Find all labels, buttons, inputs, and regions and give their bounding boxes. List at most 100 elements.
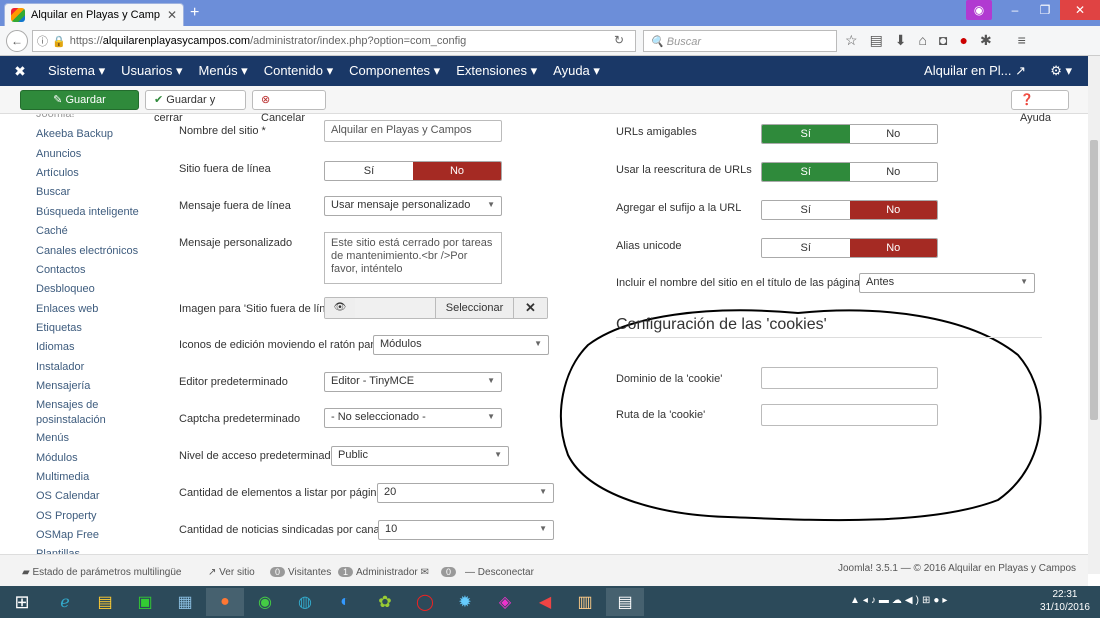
adblock-icon[interactable]: ● <box>959 32 967 49</box>
menu-contenido[interactable]: Contenido ▾ <box>256 63 341 79</box>
sidebar-item[interactable]: Mensajería <box>36 380 90 392</box>
menu-extensiones[interactable]: Extensiones ▾ <box>448 63 545 79</box>
custom-msg-textarea[interactable]: Este sitio está cerrado por tareas de ma… <box>324 232 502 284</box>
ccleaner-icon[interactable]: ◀ <box>526 588 564 616</box>
suffix-toggle[interactable]: Sí No <box>761 200 938 220</box>
firefox-icon[interactable]: ● <box>206 588 244 616</box>
captcha-select[interactable]: - No seleccionado - ▼ <box>324 408 502 428</box>
sidebar-item[interactable]: Etiquetas <box>36 322 82 334</box>
sidebar-item-cut[interactable]: Joomla! <box>36 114 75 120</box>
maximize-button[interactable]: ❐ <box>1030 0 1060 20</box>
sidebar-item[interactable]: Artículos <box>36 167 79 179</box>
editor-select[interactable]: Editor - TinyMCE ▼ <box>324 372 502 392</box>
menu-sistema[interactable]: Sistema ▾ <box>40 63 113 79</box>
suffix-yes[interactable]: Sí <box>762 201 850 219</box>
app-icon[interactable]: ▥ <box>566 588 604 616</box>
windows-start-icon[interactable]: ⊞ <box>0 588 44 616</box>
close-tab-icon[interactable]: ✕ <box>167 8 177 22</box>
search-input[interactable]: 🔍 Buscar <box>643 30 837 52</box>
opera-icon[interactable]: ◯ <box>406 588 444 616</box>
sidebar-item[interactable]: Caché <box>36 225 68 237</box>
rewrite-toggle[interactable]: Sí No <box>761 162 938 182</box>
clear-image-button[interactable]: ✕ <box>513 298 547 318</box>
cancel-button[interactable]: ⊗ Cancelar <box>252 90 326 124</box>
multilang-status[interactable]: ▰ Estado de parámetros multilingüe <box>22 567 181 578</box>
cookie-domain-input[interactable] <box>761 367 938 389</box>
sidebar-item[interactable]: Multimedia <box>36 471 89 483</box>
scrollbar-thumb[interactable] <box>1090 140 1098 420</box>
unicode-toggle[interactable]: Sí No <box>761 238 938 258</box>
messages-status[interactable]: 0 <box>441 567 459 578</box>
url-bar[interactable]: ⓘ 🔒 https://alquilarenplayasycampos.com/… <box>32 30 636 52</box>
sidebar-item[interactable]: Buscar <box>36 186 70 198</box>
logout-link[interactable]: — Desconectar <box>465 567 534 578</box>
bookmark-star-icon[interactable]: ☆ <box>845 32 858 49</box>
sidebar-item[interactable]: Desbloqueo <box>36 283 95 295</box>
access-select[interactable]: Public ▼ <box>331 446 509 466</box>
sidebar-item[interactable]: OSMap Free <box>36 529 99 541</box>
view-site-link[interactable]: ↗ Ver sitio <box>208 567 255 578</box>
download-icon[interactable]: ⬇ <box>895 32 907 49</box>
sidebar-item[interactable]: Contactos <box>36 264 86 276</box>
sidebar-item[interactable]: Idiomas <box>36 341 75 353</box>
rewrite-yes[interactable]: Sí <box>762 163 850 181</box>
sidebar-item[interactable]: Canales electrónicos <box>36 245 138 257</box>
admin-status[interactable]: 1 Administrador ✉ <box>338 567 429 578</box>
offline-no[interactable]: No <box>413 162 501 180</box>
feed-limit-select[interactable]: 10 ▼ <box>378 520 554 540</box>
rewrite-no[interactable]: No <box>849 163 937 181</box>
visitors-status[interactable]: 0 Visitantes <box>270 567 331 578</box>
sef-toggle[interactable]: Sí No <box>761 124 938 144</box>
save-close-button[interactable]: ✔ Guardar y cerrar <box>145 90 246 124</box>
sidebar-item[interactable]: Akeeba Backup <box>36 128 113 140</box>
back-button[interactable]: ← <box>6 29 28 52</box>
offline-msg-select[interactable]: Usar mensaje personalizado ▼ <box>324 196 502 216</box>
unicode-no[interactable]: No <box>849 239 937 257</box>
sidebar-item[interactable]: Búsqueda inteligente <box>36 206 139 218</box>
eye-icon[interactable]: 👁 <box>325 298 355 318</box>
home-icon[interactable]: ⌂ <box>919 32 927 49</box>
menu-menus[interactable]: Menús ▾ <box>191 63 256 79</box>
site-link[interactable]: Alquilar en Pl... ↗ <box>924 63 1026 79</box>
gear-icon[interactable]: ⚙ ▾ <box>1050 63 1072 79</box>
new-tab-button[interactable]: + <box>190 4 199 22</box>
document-icon[interactable]: ▤ <box>606 588 644 616</box>
reading-list-icon[interactable]: ▤ <box>870 32 883 49</box>
list-limit-select[interactable]: 20 ▼ <box>377 483 554 503</box>
joomla-logo-icon[interactable]: ✖ <box>0 63 40 80</box>
edit-icons-select[interactable]: Módulos ▼ <box>373 335 549 355</box>
page-scrollbar[interactable] <box>1088 56 1100 574</box>
sidebar-item[interactable]: Anuncios <box>36 148 81 160</box>
cookie-path-input[interactable] <box>761 404 938 426</box>
select-image-button[interactable]: Seleccionar <box>435 298 513 318</box>
sidebar-item[interactable]: OS Calendar <box>36 490 100 502</box>
photos-icon[interactable]: ▦ <box>166 588 204 616</box>
site-name-input[interactable]: Alquilar en Playas y Campos <box>324 120 502 142</box>
system-tray-icons[interactable]: ▲◂♪▬☁◀)⊞●▸ <box>850 595 950 606</box>
chrome-icon[interactable]: ◉ <box>246 588 284 616</box>
minimize-button[interactable]: – <box>1000 0 1030 20</box>
unicode-yes[interactable]: Sí <box>762 239 850 257</box>
sidebar-item[interactable]: Instalador <box>36 361 84 373</box>
sidebar-item[interactable]: Menús <box>36 432 69 444</box>
app-icon[interactable]: ◈ <box>486 588 524 616</box>
sidebar-item[interactable]: Mensajes de <box>36 399 98 411</box>
help-button[interactable]: ❓ Ayuda <box>1011 90 1069 124</box>
offline-yes[interactable]: Sí <box>325 162 413 180</box>
app-icon[interactable]: ◍ <box>286 588 324 616</box>
sidebar-item[interactable]: OS Property <box>36 510 97 522</box>
menu-icon[interactable]: ≡ <box>1018 32 1026 49</box>
sidebar-item[interactable]: Enlaces web <box>36 303 98 315</box>
app-icon[interactable]: ✹ <box>446 588 484 616</box>
reload-icon[interactable]: ↻ <box>614 33 624 47</box>
menu-ayuda[interactable]: Ayuda ▾ <box>545 63 608 79</box>
file-explorer-icon[interactable]: ▤ <box>86 588 124 616</box>
pocket-icon[interactable]: ◘ <box>939 32 947 49</box>
sef-yes[interactable]: Sí <box>762 125 850 143</box>
sidebar-item[interactable]: posinstalación <box>36 414 106 426</box>
suffix-no[interactable]: No <box>849 201 937 219</box>
extension-icon[interactable]: ✱ <box>980 32 992 49</box>
store-icon[interactable]: ▣ <box>126 588 164 616</box>
ie-icon[interactable]: ℯ <box>46 588 84 616</box>
browser-tab[interactable]: Alquilar en Playas y Camp... ✕ <box>4 3 184 26</box>
